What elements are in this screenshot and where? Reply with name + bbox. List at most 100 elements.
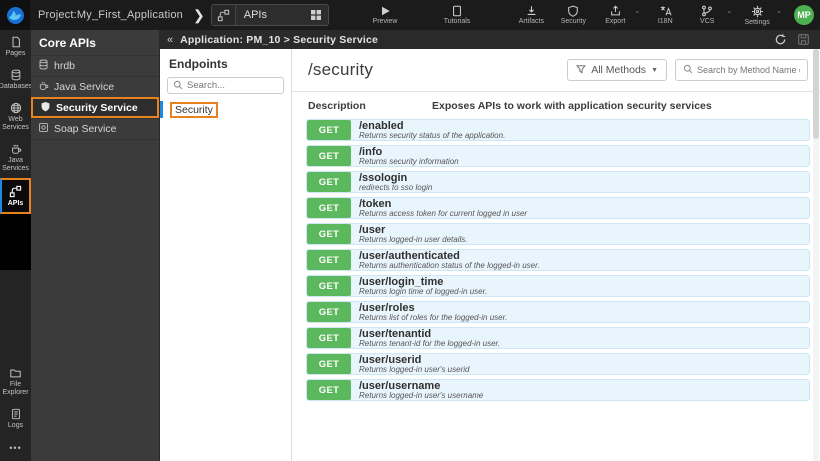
core-item-label: Java Service	[54, 81, 115, 93]
vcs-caret-icon[interactable]: ⌄	[726, 7, 732, 15]
method-search-input[interactable]	[697, 65, 800, 75]
artifacts-button[interactable]: Artifacts	[514, 5, 548, 25]
save-icon[interactable]	[797, 33, 810, 46]
export-button[interactable]: Export	[598, 5, 632, 25]
endpoints-panel: Endpoints Security	[160, 49, 292, 461]
description-text: Exposes APIs to work with application se…	[432, 100, 712, 112]
description-label: Description	[308, 100, 366, 112]
methods-filter-label: All Methods	[591, 64, 647, 76]
endpoint-row[interactable]: GET /token Returns access token for curr…	[306, 197, 810, 219]
search-icon	[683, 61, 693, 79]
sidebar-item-logs[interactable]: Logs	[0, 402, 31, 435]
method-search[interactable]	[675, 59, 808, 81]
endpoint-description: Returns list of roles for the logged-in …	[359, 313, 508, 323]
scrollbar-thumb[interactable]	[813, 49, 819, 139]
preview-label: Preview	[372, 18, 398, 25]
sidebar-item-databases[interactable]: Databases	[0, 63, 33, 96]
service-detail-pane: /security All Methods ▼ Search by Method…	[292, 49, 820, 461]
chevron-right-icon: ❯	[193, 6, 205, 23]
method-badge[interactable]: GET	[307, 328, 351, 348]
database-icon	[10, 69, 22, 81]
shield-icon	[567, 5, 579, 17]
security-topbar-label: Security	[560, 18, 587, 25]
core-item-security-service[interactable]: Security Service	[31, 97, 159, 118]
globe-icon	[10, 102, 22, 114]
grid-icon[interactable]	[304, 9, 328, 21]
sidebar-item-apis[interactable]: APIs	[0, 178, 31, 214]
chevron-down-icon: ▼	[651, 66, 658, 74]
endpoints-search[interactable]	[167, 77, 284, 94]
sidebar-label: File Explorer	[2, 381, 29, 396]
core-item-soap-service[interactable]: Soap Service	[31, 118, 159, 139]
api-icon	[9, 185, 22, 198]
method-badge[interactable]: GET	[307, 224, 351, 244]
soap-icon	[38, 122, 49, 136]
api-icon	[211, 5, 236, 25]
method-badge[interactable]: GET	[307, 120, 351, 140]
methods-filter-dropdown[interactable]: All Methods ▼	[567, 59, 667, 81]
coffee-icon	[38, 80, 49, 94]
sidebar-active-block: APIs	[0, 178, 31, 270]
endpoint-group-label: Security	[170, 101, 218, 118]
i18n-label: I18N	[657, 18, 673, 25]
core-apis-panel: Core APIs hrdb Java Service Security Ser…	[31, 30, 160, 461]
method-badge[interactable]: GET	[307, 198, 351, 218]
apis-tab-label: APIs	[243, 9, 267, 21]
sidebar-item-file-explorer[interactable]: File Explorer	[0, 361, 31, 402]
endpoint-row[interactable]: GET /user/roles Returns list of roles fo…	[306, 301, 810, 323]
tutorials-button[interactable]: Tutorials	[440, 5, 474, 25]
sidebar-item-web-services[interactable]: Web Services	[0, 96, 31, 137]
settings-button[interactable]: Settings	[740, 5, 774, 26]
core-apis-title: Core APIs	[39, 35, 96, 50]
preview-button[interactable]: Preview	[368, 5, 402, 25]
endpoint-row[interactable]: GET /user/username Returns logged-in use…	[306, 379, 810, 401]
method-badge[interactable]: GET	[307, 354, 351, 374]
core-item-hrdb[interactable]: hrdb	[31, 55, 159, 76]
settings-caret-icon[interactable]: ⌄	[776, 7, 782, 15]
sidebar-label: Databases	[0, 83, 33, 90]
method-badge[interactable]: GET	[307, 380, 351, 400]
gear-icon	[751, 5, 764, 18]
method-badge[interactable]: GET	[307, 250, 351, 270]
endpoint-row[interactable]: GET /user Returns logged-in user details…	[306, 223, 810, 245]
endpoint-row[interactable]: GET /enabled Returns security status of …	[306, 119, 810, 141]
user-avatar[interactable]: MP	[794, 5, 814, 25]
endpoint-list: GET /enabled Returns security status of …	[292, 119, 820, 405]
play-icon	[379, 5, 391, 17]
security-button[interactable]: Security	[556, 5, 590, 25]
brand-logo[interactable]	[0, 0, 30, 30]
endpoint-row[interactable]: GET /user/userid Returns logged-in user'…	[306, 353, 810, 375]
method-badge[interactable]: GET	[307, 276, 351, 296]
scrollbar[interactable]	[813, 49, 819, 461]
method-badge[interactable]: GET	[307, 172, 351, 192]
coffee-icon	[10, 143, 22, 155]
endpoint-row[interactable]: GET /user/authenticated Returns authenti…	[306, 249, 810, 271]
endpoint-description: Returns security information	[359, 157, 459, 167]
endpoint-row[interactable]: GET /info Returns security information	[306, 145, 810, 167]
tool-sidebar: Pages Databases Web Services Java Servic…	[0, 30, 33, 461]
vcs-label: VCS	[700, 18, 715, 25]
i18n-button[interactable]: I18N	[648, 5, 682, 25]
translate-icon	[659, 5, 672, 17]
core-item-java-service[interactable]: Java Service	[31, 76, 159, 97]
vcs-button[interactable]: VCS	[690, 5, 724, 25]
method-badge[interactable]: GET	[307, 146, 351, 166]
sidebar-overflow-menu[interactable]: •••	[0, 435, 31, 461]
endpoint-row[interactable]: GET /ssologin redirects to sso login	[306, 171, 810, 193]
refresh-icon[interactable]	[774, 33, 787, 46]
endpoint-description: Returns access token for current logged …	[359, 209, 528, 219]
endpoints-search-input[interactable]	[187, 80, 278, 91]
core-item-label: Security Service	[56, 101, 138, 114]
export-caret-icon[interactable]: ⌄	[634, 7, 640, 15]
apis-tab[interactable]: APIs	[210, 4, 329, 26]
endpoint-row[interactable]: GET /user/tenantid Returns tenant-id for…	[306, 327, 810, 349]
sidebar-item-java-services[interactable]: Java Services	[0, 137, 31, 178]
endpoint-row[interactable]: GET /user/login_time Returns login time …	[306, 275, 810, 297]
endpoint-group-security[interactable]: Security	[160, 101, 291, 118]
collapse-panel-icon[interactable]: «	[160, 34, 180, 46]
pages-icon	[10, 36, 22, 48]
endpoint-description: redirects to sso login	[359, 183, 433, 193]
sidebar-item-pages[interactable]: Pages	[0, 30, 31, 63]
method-badge[interactable]: GET	[307, 302, 351, 322]
